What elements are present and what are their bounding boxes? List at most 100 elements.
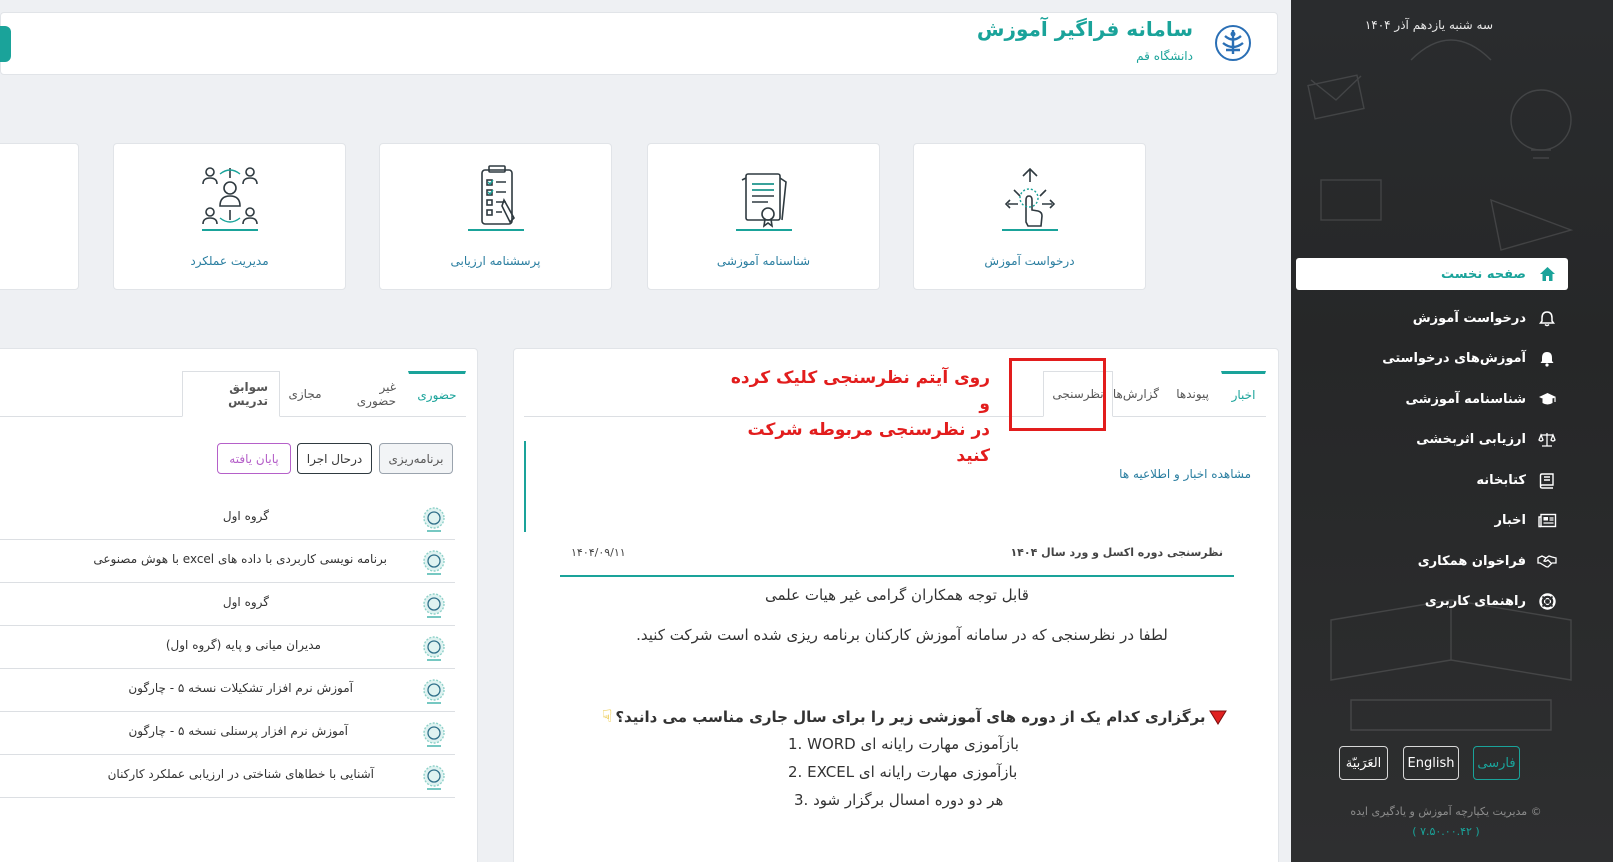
news-accent-bar [524,441,526,532]
poll-option-number: .1 [788,735,803,753]
course-title: آشنایی با خطاهای شناختی در ارزیابی عملکر… [107,767,374,781]
course-row[interactable]: آشنایی با خطاهای شناختی در ارزیابی عملکر… [0,755,455,798]
header-action-button[interactable] [0,26,11,62]
poll-tab-highlight [1009,358,1106,431]
tab-links[interactable]: پیوندها [1171,371,1221,417]
annotation-text: روی آیتم نظرسنجی کلیک کرده و در نظرسنجی … [720,365,990,469]
filter-planning-button[interactable]: برنامه‌ریزی [379,443,453,474]
tab-in-person[interactable]: حضوری [408,371,466,417]
course-badge-icon [423,593,445,618]
lang-farsi-button[interactable]: فارسی [1473,746,1520,780]
news-link[interactable]: مشاهده اخبار و اطلاعیه ها [1119,467,1251,481]
lang-arabic-button[interactable]: العَرَبیّة [1339,746,1388,780]
course-badge-icon [423,507,445,532]
poll-option-text: بازآموزی مهارت رایانه ای WORD [807,735,1019,753]
sidebar-item-help[interactable]: راهنمای کاربری [1296,582,1568,623]
bell-outline-icon [1536,307,1558,329]
sidebar-item-news[interactable]: اخبار [1296,501,1568,542]
site-title: سامانه فراگیر آموزش [976,17,1193,41]
poll-question-text: برگزاری کدام یک از دوره های آموزشی زیر ر… [615,708,1206,726]
card-performance-management[interactable]: مدیریت عملکرد [113,143,346,290]
checklist-clipboard-icon [467,165,524,231]
scale-icon [1536,429,1558,451]
sidebar-nav: صفحه نخست درخواست آموزش آموزش‌های درخواس… [1296,258,1568,622]
course-title: آموزش نرم افزار تشکیلات نسخه ۵ - چارگون [128,681,353,695]
red-triangle-icon [1208,710,1227,725]
sidebar-item-label: راهنمای کاربری [1424,594,1526,610]
course-title: آموزش نرم افزار پرسنلی نسخه ۵ - چارگون [128,724,348,738]
poll-option-number: .2 [788,763,803,781]
poll-title[interactable]: نظرسنجی دوره اکسل و ورد سال ۱۴۰۴ [1010,546,1223,559]
tab-news[interactable]: اخبار [1221,371,1266,417]
sidebar-item-library[interactable]: کتابخانه [1296,460,1568,501]
annotation-line: روی آیتم نظرسنجی کلیک کرده و [730,368,990,414]
sidebar: سه شنبه یازدهم آذر ۱۴۰۴ صفحه نخست درخواس… [1291,0,1613,862]
card-training-profile[interactable]: شناسنامه آموزشی [647,143,880,290]
course-badge-icon [423,550,445,575]
tab-remote[interactable]: غیر حضوری [330,371,408,417]
sidebar-item-training-request[interactable]: درخواست آموزش [1296,298,1568,339]
version-number: ( ۷.۵۰.۰۰.۴۲ ) [1412,825,1480,838]
course-row[interactable]: برنامه نویسی کاربردی با داده های excel ب… [0,540,455,583]
sidebar-item-label: شناسنامه آموزشی [1405,391,1526,407]
team-management-icon [201,167,258,231]
course-row[interactable]: گروه اول [0,583,455,626]
copyright: © مدیریت یکپارچه آموزش و یادگیری ایده ( … [1311,802,1581,842]
poll-question: ☟ برگزاری کدام یک از دوره های آموزشی زیر… [602,706,1227,728]
divider [560,575,1234,577]
touch-request-icon [1001,167,1058,231]
courses-tabs: حضوری غیر حضوری مجازی سوابق تدریس [0,371,466,417]
sidebar-item-label: ارزیابی اثربخشی [1416,432,1526,448]
filter-finished-button[interactable]: پایان یافته [217,443,291,474]
site-header: سامانه فراگیر آموزش دانشگاه قم [0,12,1278,75]
sidebar-item-label: کتابخانه [1476,472,1526,488]
course-badge-icon [423,722,445,747]
sidebar-item-label: درخواست آموزش [1412,310,1526,326]
tab-reports[interactable]: گزارش‌ها [1113,371,1171,417]
poll-option-text: هر دو دوره امسال برگزار شود [813,791,1004,809]
card-label: شناسنامه آموزشی [716,254,811,268]
sidebar-item-label: اخبار [1494,513,1527,529]
course-badge-icon [423,765,445,790]
sidebar-item-label: آموزش‌های درخواستی [1382,351,1526,367]
certificate-document-icon [735,173,792,231]
course-badge-icon [423,679,445,704]
lang-english-button[interactable]: English [1403,746,1459,780]
poll-option-number: .3 [794,791,809,809]
card-label: درخواست آموزش [984,254,1075,268]
poll-option: بازآموزی مهارت رایانه ای EXCEL .2 [778,763,1017,781]
sidebar-item-home[interactable]: صفحه نخست [1296,258,1568,290]
card-label: مدیریت عملکرد [190,254,269,268]
pointing-down-icon: ☟ [602,707,613,727]
annotation-line: در نظرسنجی مربوطه شرکت کنید [747,420,990,466]
sidebar-item-label: صفحه نخست [1441,266,1526,282]
card-partial[interactable] [0,143,79,290]
card-training-request[interactable]: درخواست آموزش [913,143,1146,290]
lifebuoy-icon [1536,591,1558,613]
sidebar-item-effectiveness[interactable]: ارزیابی اثربخشی [1296,420,1568,461]
tab-teaching-history[interactable]: سوابق تدریس [182,371,280,417]
filter-in-progress-button[interactable]: درحال اجرا [297,443,372,474]
course-row[interactable]: گروه اول [0,497,455,540]
poll-option: هر دو دوره امسال برگزار شود .3 [784,791,1003,809]
tab-virtual[interactable]: مجازی [280,371,330,417]
course-title: مدیران میانی و پایه (گروه اول) [165,638,321,652]
sidebar-item-cooperation[interactable]: فراخوان همکاری [1296,541,1568,582]
copyright-text: © مدیریت یکپارچه آموزش و یادگیری ایده [1350,805,1542,818]
home-icon [1536,263,1558,285]
course-row[interactable]: آموزش نرم افزار تشکیلات نسخه ۵ - چارگون [0,669,455,712]
poll-instruction: لطفا در نظرسنجی که در سامانه آموزش کارکن… [636,626,1168,644]
bell-icon [1536,348,1558,370]
sidebar-item-requested-trainings[interactable]: آموزش‌های درخواستی [1296,339,1568,380]
course-row[interactable]: آموزش نرم افزار پرسنلی نسخه ۵ - چارگون [0,712,455,755]
course-row[interactable]: مدیران میانی و پایه (گروه اول) [0,626,455,669]
course-title: برنامه نویسی کاربردی با داده های excel ب… [93,552,387,566]
university-logo-icon[interactable] [1213,23,1253,63]
sidebar-item-training-profile[interactable]: شناسنامه آموزشی [1296,379,1568,420]
sidebar-item-label: فراخوان همکاری [1417,553,1526,569]
poll-option: بازآموزی مهارت رایانه ای WORD .1 [778,735,1019,753]
poll-option-text: بازآموزی مهارت رایانه ای EXCEL [807,763,1018,781]
handshake-icon [1536,550,1558,572]
card-evaluation-form[interactable]: پرسشنامه ارزیابی [379,143,612,290]
poll-date: ۱۴۰۴/۰۹/۱۱ [571,546,626,559]
